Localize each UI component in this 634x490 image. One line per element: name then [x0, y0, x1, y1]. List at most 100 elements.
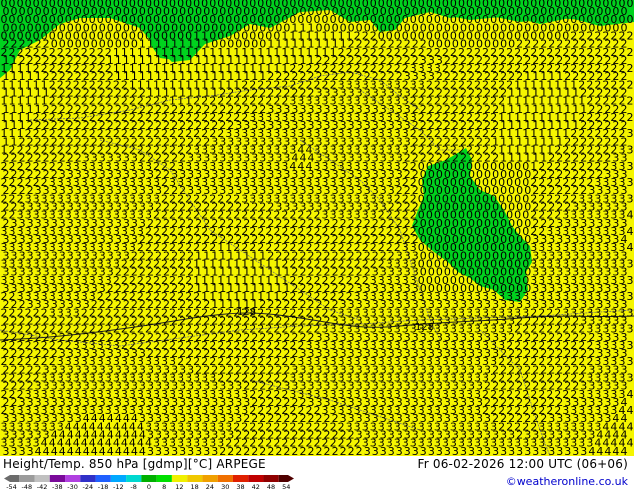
colorbar-tick-label: 30 [221, 483, 229, 490]
grid-value: 3 [468, 445, 475, 456]
grid-value: 4 [59, 445, 66, 456]
grid-value: 4 [621, 445, 628, 456]
grid-value: 3 [372, 445, 379, 456]
grid-value: 4 [596, 445, 603, 456]
grid-value: 0 [627, 13, 634, 26]
grid-value: 4 [67, 445, 74, 456]
grid-value: 2 [627, 62, 634, 75]
grid-value: 3 [428, 445, 435, 456]
grid-value: 2 [251, 445, 258, 456]
grid-value: 4 [75, 445, 82, 456]
colorbar-labels: -54 -48 -42 -38 -30 -24 -18 -12 -8 0 8 12 18 24 30 38 42… [6, 483, 290, 490]
grid-value: 3 [27, 445, 34, 456]
contour-128-east: 128 [415, 322, 434, 333]
grid-value: 2 [627, 95, 634, 108]
colorbar-tick-label: -30 [67, 483, 78, 490]
grid-value: 3 [627, 355, 634, 368]
grid-value: 2 [627, 46, 634, 59]
grid-value: 4 [627, 420, 634, 433]
grid-value: 2 [300, 445, 307, 456]
grid-value: 4 [51, 445, 58, 456]
grid-value: 4 [627, 209, 634, 222]
colorbar-tick-label: 8 [162, 483, 166, 490]
colorbar-tick-label: -12 [113, 483, 124, 490]
grid-value: 3 [627, 290, 634, 303]
grid-value: 3 [444, 445, 451, 456]
grid-value: 4 [107, 445, 114, 456]
grid-value: 3 [484, 445, 491, 456]
contour-128-west: 128 [237, 307, 256, 318]
grid-value: 4 [627, 437, 634, 450]
colorbar-tick-label: -8 [130, 483, 136, 490]
colorbar-tick-label: -42 [37, 483, 48, 490]
colorbar-tick-label: 42 [252, 483, 260, 490]
colorbar-tick-label: -18 [98, 483, 109, 490]
grid-value: 4 [83, 445, 90, 456]
grid-value: 4 [99, 445, 106, 456]
grid-value: 2 [324, 445, 331, 456]
colorbar-tick-label: 0 [147, 483, 151, 490]
temperature-grid: 0000000000000000000000000000000000000000… [1, 0, 634, 458]
colorbar-tick-label: 54 [282, 483, 290, 490]
grid-value: 2 [227, 445, 234, 456]
grid-value: 3 [627, 339, 634, 352]
colorbar-tick-label: 18 [191, 483, 199, 490]
grid-value: 2 [219, 445, 226, 456]
grid-value: 3 [3, 445, 10, 456]
grid-value: 2 [332, 445, 339, 456]
grid-value: 4 [627, 388, 634, 401]
grid-value: 3 [187, 445, 194, 456]
grid-value: 3 [388, 445, 395, 456]
grid-value: 3 [516, 445, 523, 456]
grid-value: 3 [420, 445, 427, 456]
grid-value: 3 [524, 445, 531, 456]
grid-value: 3 [179, 445, 186, 456]
grid-value: 4 [627, 225, 634, 238]
colorbar-tick-label: 38 [236, 483, 244, 490]
grid-value: 3 [627, 306, 634, 319]
grid-value: 4 [139, 445, 146, 456]
grid-value: 2 [259, 445, 266, 456]
grid-value: 2 [340, 445, 347, 456]
grid-value: 4 [35, 445, 42, 456]
grid-value: 3 [556, 445, 563, 456]
grid-value: 3 [627, 372, 634, 385]
grid-value: 3 [627, 176, 634, 189]
grid-value: 4 [115, 445, 122, 456]
grid-value: 4 [91, 445, 98, 456]
grid-value: 3 [412, 445, 419, 456]
grid-value: 3 [627, 144, 634, 157]
grid-value: 3 [155, 445, 162, 456]
grid-value: 2 [348, 445, 355, 456]
grid-value: 3 [564, 445, 571, 456]
grid-value: 3 [460, 445, 467, 456]
grid-value: 4 [627, 241, 634, 254]
colorbar-tick-label: -38 [52, 483, 63, 490]
grid-value: 3 [452, 445, 459, 456]
grid-value: 3 [11, 445, 18, 456]
grid-value: 3 [476, 445, 483, 456]
grid-value: 3 [195, 445, 202, 456]
colorbar-tick-label: -24 [83, 483, 94, 490]
grid-value: 2 [291, 445, 298, 456]
grid-value: 3 [580, 445, 587, 456]
grid-value: 2 [356, 445, 363, 456]
grid-value: 4 [627, 404, 634, 417]
credit-link[interactable]: ©weatheronline.co.uk [506, 475, 628, 488]
grid-value: 3 [211, 445, 218, 456]
grid-value: 2 [316, 445, 323, 456]
grid-value: 4 [612, 445, 619, 456]
grid-value: 2 [283, 445, 290, 456]
grid-value: 2 [627, 111, 634, 124]
map-footer: Height/Temp. 850 hPa [gdmp][°C] ARPEGE F… [0, 456, 634, 490]
grid-value: 3 [627, 258, 634, 271]
grid-value: 3 [203, 445, 210, 456]
grid-value: 2 [275, 445, 282, 456]
grid-value: 3 [532, 445, 539, 456]
grid-value: 4 [604, 445, 611, 456]
grid-value: 0 [627, 0, 634, 10]
grid-value: 3 [404, 445, 411, 456]
grid-value: 3 [19, 445, 26, 456]
grid-value: 3 [548, 445, 555, 456]
colorbar-tick-label: -48 [21, 483, 32, 490]
